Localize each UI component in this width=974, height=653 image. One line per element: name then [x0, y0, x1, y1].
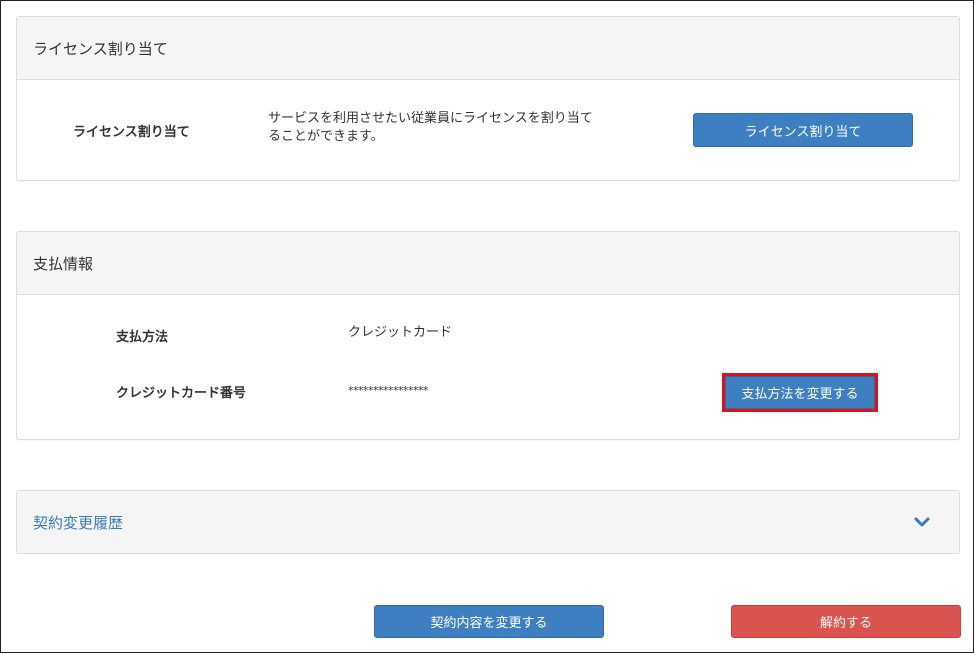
license-row-label: ライセンス割り当て [73, 125, 190, 140]
cancel-contract-button[interactable]: 解約する [731, 605, 961, 638]
payment-panel: 支払情報 支払方法 クレジットカード クレジットカード番号 **********… [16, 231, 960, 440]
payment-panel-title: 支払情報 [17, 232, 959, 295]
license-panel-title: ライセンス割り当て [17, 17, 959, 80]
license-description-line1: サービスを利用させたい従業員にライセンスを割り当て [268, 111, 593, 126]
contract-history-title: 契約変更履歴 [33, 513, 124, 532]
license-description-line2: ることができます。 [268, 129, 384, 144]
card-number-value: **************** [348, 384, 429, 397]
contract-history-header[interactable]: 契約変更履歴 [17, 491, 959, 553]
page-frame: ライセンス割り当て ライセンス割り当て サービスを利用させたい従業員にライセンス… [0, 0, 974, 653]
payment-method-label: 支払方法 [116, 330, 169, 345]
change-payment-method-button[interactable]: 支払方法を変更する [725, 376, 875, 409]
license-description: サービスを利用させたい従業員にライセンスを割り当て ることができます。 [268, 110, 593, 146]
card-number-label: クレジットカード番号 [116, 386, 247, 401]
assign-license-button[interactable]: ライセンス割り当て [693, 113, 913, 147]
payment-method-value: クレジットカード [348, 325, 453, 340]
license-panel: ライセンス割り当て ライセンス割り当て サービスを利用させたい従業員にライセンス… [16, 16, 960, 181]
chevron-down-icon[interactable] [913, 515, 931, 529]
change-contract-button[interactable]: 契約内容を変更する [374, 605, 604, 638]
contract-history-panel[interactable]: 契約変更履歴 [16, 490, 960, 554]
